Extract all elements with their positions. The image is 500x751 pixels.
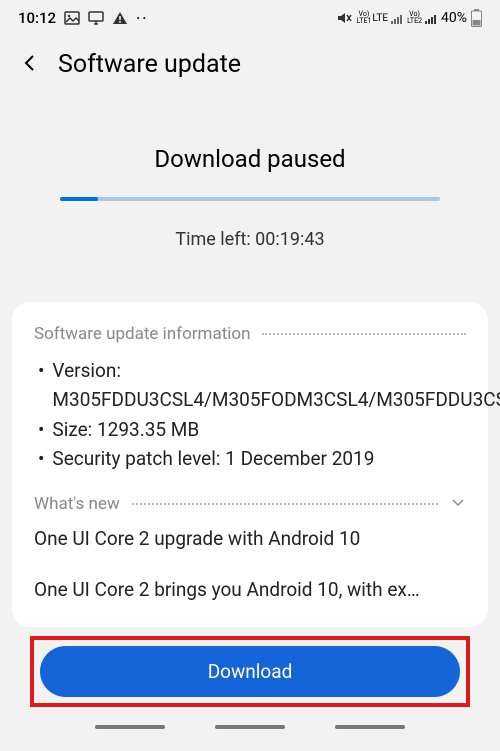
warning-icon bbox=[112, 10, 128, 26]
info-section-label: Software update information bbox=[34, 324, 250, 344]
nav-home[interactable] bbox=[215, 725, 285, 729]
back-button[interactable] bbox=[20, 53, 40, 77]
info-section-header: Software update information bbox=[34, 324, 466, 344]
info-list: •Version: M305FDDU3CSL4/M305FODM3CSL4/M3… bbox=[34, 356, 466, 474]
download-status-title: Download paused bbox=[30, 145, 470, 173]
progress-bar bbox=[60, 197, 440, 201]
info-item-size: •Size: 1293.35 MB bbox=[38, 415, 466, 444]
info-item-version: •Version: M305FDDU3CSL4/M305FODM3CSL4/M3… bbox=[38, 356, 466, 415]
progress-fill bbox=[60, 197, 98, 201]
chevron-down-icon bbox=[450, 494, 466, 515]
nav-recents[interactable] bbox=[95, 725, 165, 729]
battery-percent: 40% bbox=[441, 10, 467, 26]
time-left-label: Time left: 00:19:43 bbox=[30, 229, 470, 250]
mute-icon bbox=[336, 10, 352, 26]
page-title: Software update bbox=[58, 50, 241, 79]
status-bar: 10:12 ·· Vo)LTE1 LTE Vo)LTE2 40% bbox=[0, 0, 500, 32]
highlight-box: Download bbox=[30, 636, 470, 707]
nav-back[interactable] bbox=[335, 725, 405, 729]
whats-new-header[interactable]: What's new bbox=[34, 494, 466, 515]
whats-new-label: What's new bbox=[34, 494, 120, 514]
download-status-section: Download paused Time left: 00:19:43 bbox=[0, 97, 500, 270]
whats-new-line2: One UI Core 2 brings you Android 10, wit… bbox=[34, 578, 466, 601]
app-header: Software update bbox=[0, 32, 500, 97]
update-info-card: Software update information •Version: M3… bbox=[12, 302, 488, 627]
bottom-area: Download bbox=[0, 636, 500, 751]
battery-icon bbox=[471, 9, 482, 27]
whats-new-line1: One UI Core 2 upgrade with Android 10 bbox=[34, 527, 466, 550]
info-item-security: •Security patch level: 1 December 2019 bbox=[38, 444, 466, 473]
whats-new-section: What's new One UI Core 2 upgrade with An… bbox=[34, 494, 466, 601]
image-icon bbox=[64, 10, 80, 26]
monitor-icon bbox=[88, 10, 104, 26]
sim2-indicator: Vo)LTE2 bbox=[407, 11, 437, 25]
divider-dotted bbox=[262, 333, 466, 335]
status-bar-right: Vo)LTE1 LTE Vo)LTE2 40% bbox=[336, 9, 482, 27]
status-bar-left: 10:12 ·· bbox=[18, 9, 149, 27]
nav-bar bbox=[30, 725, 470, 735]
more-dots-icon: ·· bbox=[136, 9, 149, 27]
status-time: 10:12 bbox=[18, 9, 56, 27]
download-button[interactable]: Download bbox=[40, 646, 460, 697]
divider-dotted bbox=[132, 503, 438, 505]
sim1-indicator: Vo)LTE1 LTE bbox=[356, 11, 403, 25]
